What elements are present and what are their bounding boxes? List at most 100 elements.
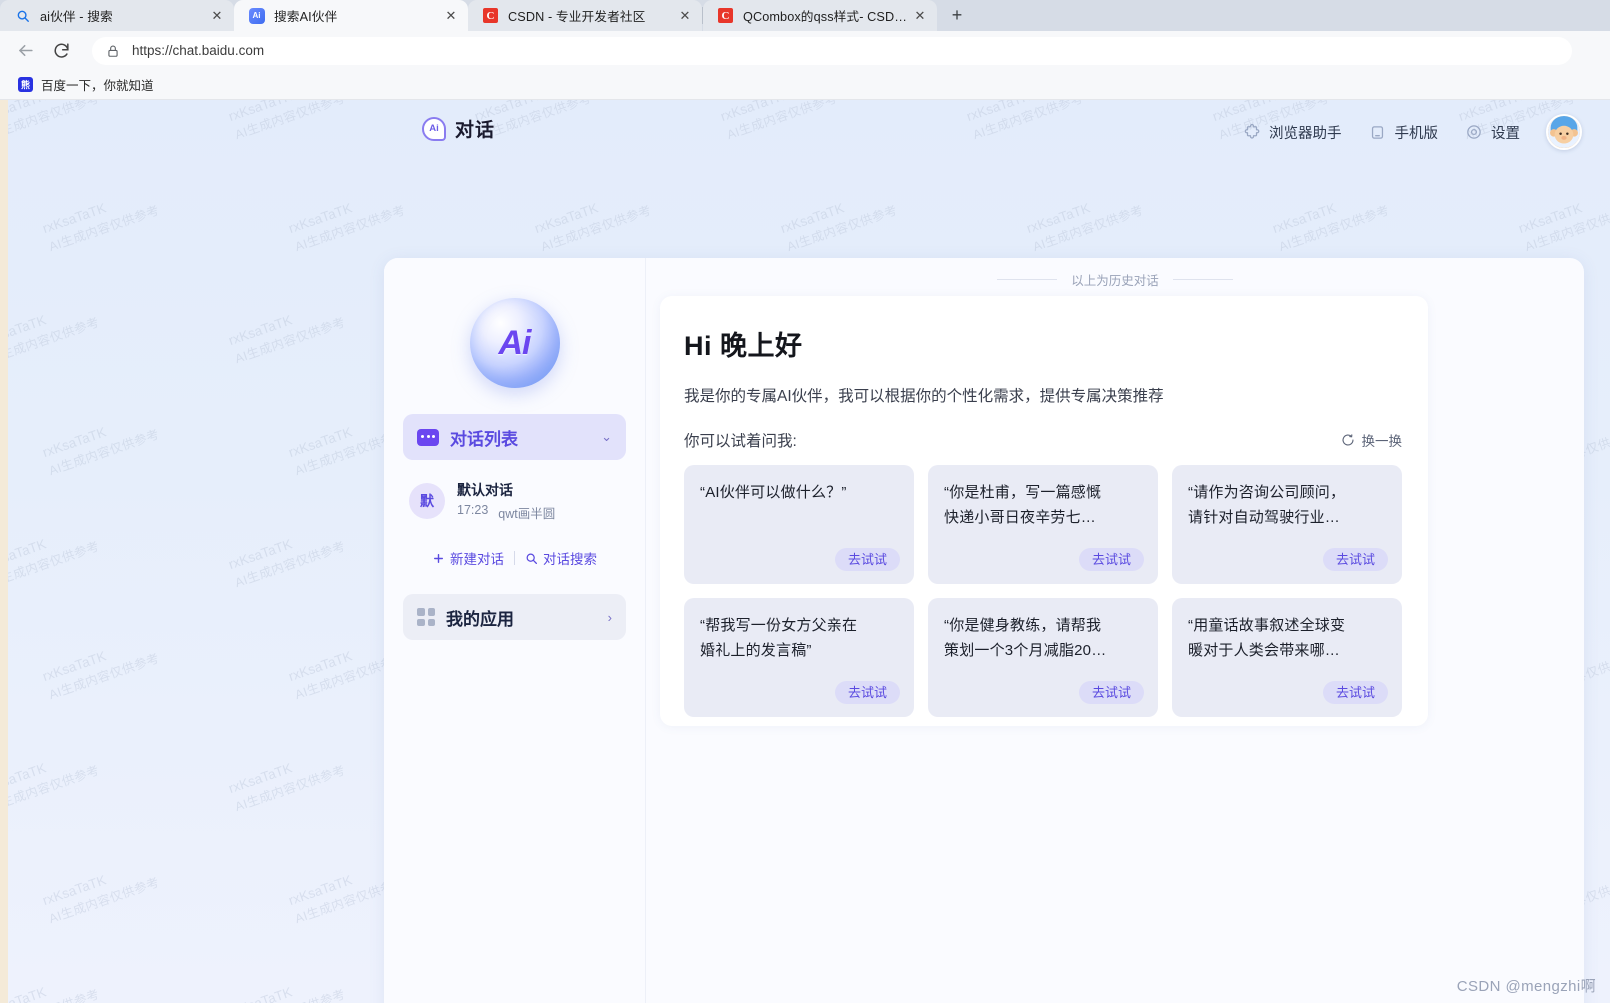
conversation-search-label: 对话搜索 [543,552,597,567]
plus-icon [434,553,443,563]
avatar[interactable] [1546,114,1582,150]
browser-tab-title: CSDN - 专业开发者社区 [508,10,646,24]
browser-tab-title: ai伙伴 - 搜索 [40,10,113,24]
watermark-text: rxKsaTaTKAI生成内容仅供参考 [226,760,348,814]
browser-toolbar: https://chat.baidu.com [0,31,1610,70]
address-bar[interactable]: https://chat.baidu.com [92,36,1572,65]
list-item[interactable]: 默 默认对话 17:23 qwt画半圆 [403,474,626,528]
chat-bubble-icon [417,428,439,446]
csdn-watermark: CSDN @mengzhi啊 [1456,978,1596,995]
try-button[interactable]: 去试试 [834,548,900,571]
app-header: Ai 对话 浏览器助手 手机版 设置 [0,100,1610,164]
close-icon[interactable]: ✕ [208,7,226,25]
csdn-icon: C [717,7,734,24]
try-button[interactable]: 去试试 [1078,681,1144,704]
divider-line [1172,279,1233,280]
baidu-icon: 熊 [18,77,33,92]
suggestion-card-5[interactable]: “你是健身教练，请帮我 策划一个3个月减脂20… 去试试 [928,598,1158,717]
conversation-title: 默认对话 [457,482,513,498]
sidebar-actions: 新建对话 对话搜索 [403,544,626,572]
suggestion-line: 暖对于人类会带来哪… [1188,641,1341,659]
ai-icon: Ai [248,7,265,24]
watermark-text: rxKsaTaTKAI生成内容仅供参考 [286,200,408,254]
conversation-time: 17:23 [457,503,489,517]
browser-tab-3[interactable]: C CSDN - 专业开发者社区 ✕ [468,0,702,31]
watermark-text: rxKsaTaTKAI生成内容仅供参考 [0,760,102,814]
refresh-label: 换一换 [1361,434,1403,449]
watermark-text: rxKsaTaTKAI生成内容仅供参考 [226,312,348,366]
suggestion-line: “用童话故事叙述全球变 [1188,617,1346,634]
csdn-icon: C [482,7,499,24]
suggestion-line: 婚礼上的发言稿” [700,641,812,659]
header-item-label: 设置 [1491,125,1520,142]
sidebar-item-conversation-list[interactable]: 对话列表 ⌄ [403,414,626,460]
close-icon[interactable]: ✕ [442,7,460,25]
chat-panel: Ai 对话列表 ⌄ 默 默认对话 17:23 qwt画半圆 新建对话 对话搜索 … [384,258,1584,1003]
header-item-settings[interactable]: 设置 [1464,122,1520,143]
ai-orb-logo: Ai [469,298,560,388]
conversation-avatar: 默 [409,483,445,519]
grid-icon [417,608,435,626]
puzzle-icon [1242,123,1261,142]
watermark-text: rxKsaTaTKAI生成内容仅供参考 [532,200,654,254]
new-conversation-label: 新建对话 [450,552,504,567]
suggestion-card-1[interactable]: “AI伙伴可以做什么？” 去试试 [684,465,914,584]
ai-orb-text: Ai [498,323,532,362]
header-item-label: 浏览器助手 [1269,125,1342,142]
header-item-browser-assistant[interactable]: 浏览器助手 [1242,122,1342,143]
refresh-suggestions-button[interactable]: 换一换 [1341,430,1403,450]
watermark-text: rxKsaTaTKAI生成内容仅供参考 [1516,200,1610,254]
watermark-text: rxKsaTaTKAI生成内容仅供参考 [1270,200,1392,254]
watermark-text: rxKsaTaTKAI生成内容仅供参考 [0,536,102,590]
search-icon [526,553,537,564]
suggestion-card-2[interactable]: “你是杜甫，写一篇感慨 快递小哥日夜辛劳七… 去试试 [928,465,1158,584]
conversation-search-button[interactable]: 对话搜索 [515,544,607,572]
history-divider-label: 以上为历史对话 [1071,274,1159,288]
suggestion-grid: “AI伙伴可以做什么？” 去试试 “你是杜甫，写一篇感慨 快递小哥日夜辛劳七… … [684,465,1402,717]
close-icon[interactable]: ✕ [911,7,929,25]
watermark-text: rxKsaTaTKAI生成内容仅供参考 [1024,200,1146,254]
suggestions-header: 你可以试着问我: 换一换 [684,429,1402,451]
new-tab-button[interactable]: + [943,1,971,29]
try-button[interactable]: 去试试 [1322,681,1388,704]
watermark-text: rxKsaTaTKAI生成内容仅供参考 [0,984,101,1003]
suggestion-card-6[interactable]: “用童话故事叙述全球变 暖对于人类会带来哪… 去试试 [1172,598,1402,717]
gear-icon [1464,123,1483,142]
conversation-preview: qwt画半圆 [498,507,556,521]
sidebar-item-label: 对话列表 [450,429,518,449]
address-bar-url: https://chat.baidu.com [132,43,265,58]
sidebar-item-my-apps[interactable]: 我的应用 › [403,594,626,640]
new-conversation-button[interactable]: 新建对话 [422,544,514,572]
watermark-text: rxKsaTaTKAI生成内容仅供参考 [40,200,162,254]
search-icon [14,7,31,24]
header-item-label: 手机版 [1394,125,1439,142]
watermark-text: rxKsaTaTKAI生成内容仅供参考 [226,984,347,1003]
header-item-mobile[interactable]: 手机版 [1368,122,1439,143]
browser-tab-title: 搜索AI伙伴 [274,10,338,24]
bookmark-label: 百度一下，你就知道 [41,79,154,93]
suggestion-line: 请针对自动驾驶行业… [1188,508,1341,526]
suggestion-line: “AI伙伴可以做什么？” [700,484,847,501]
brand: Ai 对话 [422,115,495,142]
browser-tab-2[interactable]: Ai 搜索AI伙伴 ✕ [234,0,468,31]
try-button[interactable]: 去试试 [1322,548,1388,571]
lock-icon [106,44,120,58]
sidebar-item-label: 我的应用 [446,609,514,629]
back-button[interactable] [10,36,40,66]
intro-text: 我是你的专属AI伙伴，我可以根据你的个性化需求，提供专属决策推荐 [684,388,1164,405]
app-header-actions: 浏览器助手 手机版 设置 [1242,114,1582,150]
browser-tab-1[interactable]: ai伙伴 - 搜索 ✕ [0,0,234,31]
suggestion-card-3[interactable]: “请作为咨询公司顾问， 请针对自动驾驶行业… 去试试 [1172,465,1402,584]
welcome-card: Hi 晚上好 我是你的专属AI伙伴，我可以根据你的个性化需求，提供专属决策推荐 … [660,296,1428,726]
chevron-right-icon[interactable]: › [608,610,612,625]
reload-button[interactable] [46,36,76,66]
bookmark-baidu[interactable]: 熊 百度一下，你就知道 [12,72,160,97]
suggestion-card-4[interactable]: “帮我写一份女方父亲在 婚礼上的发言稿” 去试试 [684,598,914,717]
close-icon[interactable]: ✕ [676,7,694,25]
watermark-text: rxKsaTaTKAI生成内容仅供参考 [226,536,348,590]
browser-chrome: ai伙伴 - 搜索 ✕ Ai 搜索AI伙伴 ✕ C CSDN - 专业开发者社区… [0,0,1610,100]
chevron-down-icon[interactable]: ⌄ [601,429,612,445]
try-button[interactable]: 去试试 [1078,548,1144,571]
browser-tab-4[interactable]: C QCombox的qss样式- CSDN搜索 ✕ [703,0,937,31]
try-button[interactable]: 去试试 [834,681,900,704]
